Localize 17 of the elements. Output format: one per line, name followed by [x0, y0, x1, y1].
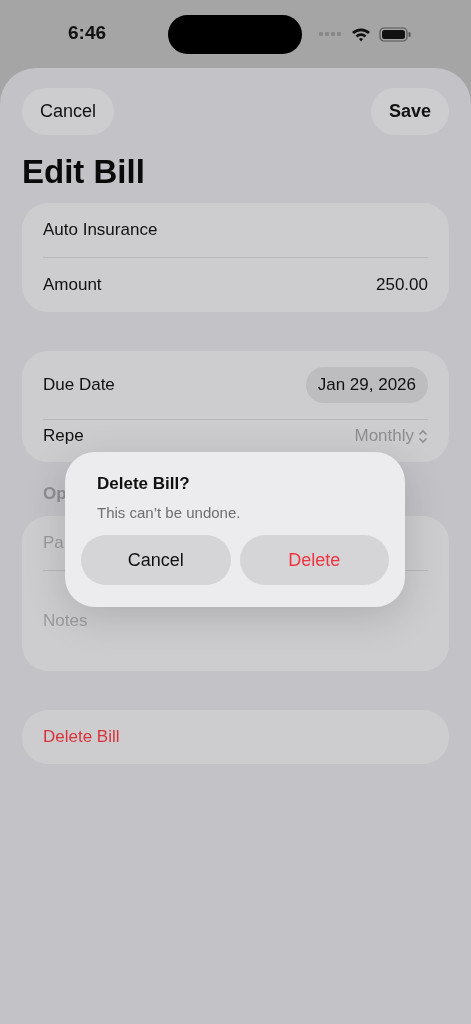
alert-message: This can’t be undone.	[96, 504, 242, 521]
date-picker[interactable]: Jan 29, 2026	[305, 367, 428, 403]
due-date-label: Due Date	[43, 375, 115, 395]
amount-field[interactable]: 250.00	[376, 275, 428, 295]
wifi-icon	[351, 26, 371, 42]
chevron-updown-icon	[418, 428, 428, 444]
repeat-label: Repe	[43, 426, 84, 446]
cancel-button[interactable]: Cancel	[22, 88, 115, 135]
name-field[interactable]: Auto Insurance	[43, 220, 158, 240]
status-time: 6:46	[68, 22, 107, 44]
alert-title: Delete Bill?	[96, 474, 191, 494]
battery-icon	[379, 26, 411, 42]
cancel-button[interactable]: Cancel	[81, 535, 231, 585]
amount-label: Amount	[43, 275, 102, 295]
save-button[interactable]: Save	[370, 88, 449, 135]
page-title: Edit Bill	[22, 153, 146, 191]
signal-icon	[319, 31, 343, 37]
